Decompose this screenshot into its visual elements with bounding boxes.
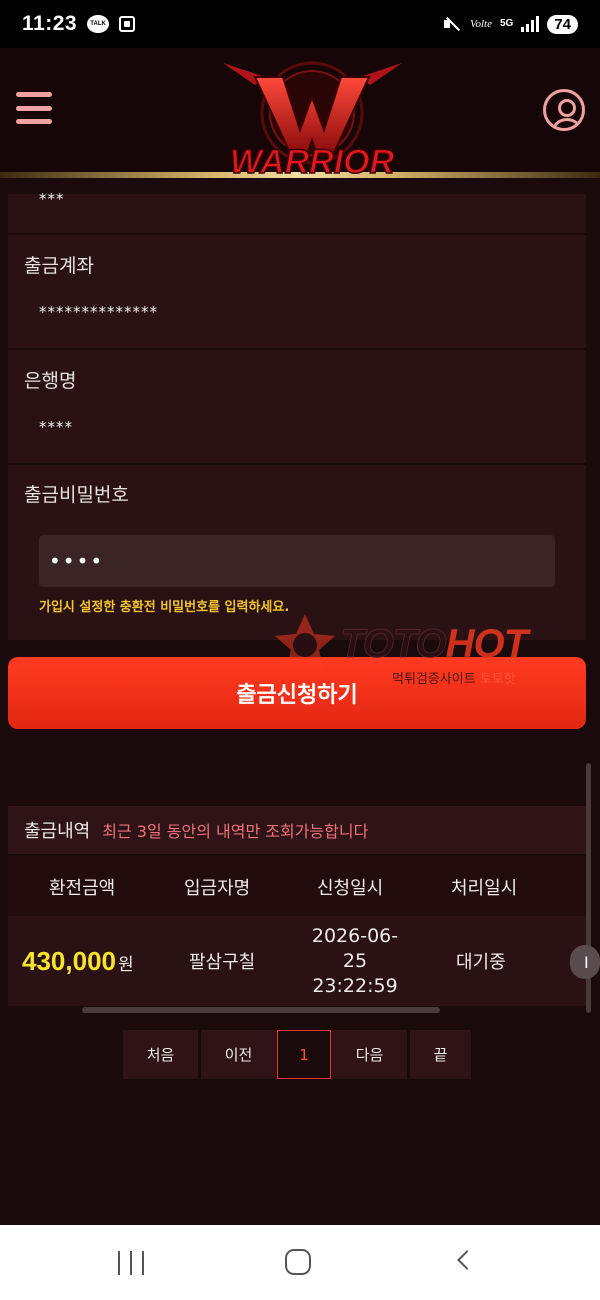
form-row-account: 출금계좌 **************	[8, 235, 586, 350]
warrior-logo[interactable]: WARRIOR	[205, 55, 420, 190]
pagination-first[interactable]: 처음	[123, 1030, 198, 1079]
row-request-date: 2026-06- 25 23:22:59	[311, 925, 399, 997]
withdraw-password-label: 출금비밀번호	[24, 484, 129, 506]
mute-icon	[442, 15, 462, 33]
kakaotalk-icon: TALK	[87, 15, 110, 33]
withdrawal-form: *** 출금계좌 ************** 은행명 **** 출금비밀번호 …	[8, 190, 586, 640]
withdraw-password-input[interactable]: ••••	[39, 535, 555, 587]
home-icon[interactable]	[285, 1249, 311, 1275]
screen-capture-icon	[117, 14, 137, 34]
row-depositor: 팔삼구칠	[189, 952, 256, 973]
menu-icon[interactable]	[16, 92, 52, 124]
form-row-partial: ***	[8, 190, 586, 235]
recent-apps-icon[interactable]	[118, 1251, 144, 1275]
back-icon[interactable]	[457, 1250, 477, 1270]
horizontal-scrollbar[interactable]	[82, 1007, 440, 1013]
volte-icon: Volte	[469, 18, 492, 30]
watermark-star-icon	[275, 614, 335, 671]
row-action-button[interactable]: I	[570, 945, 600, 979]
history-table-header: 환전금액 입금자명 신청일시 처리일시	[8, 856, 586, 916]
signal-icon	[521, 16, 540, 32]
column-process-date: 처리일시	[451, 878, 518, 899]
watermark-subtitle: 먹튀검증사이트 토토핫	[392, 672, 516, 687]
column-request-date: 신청일시	[317, 878, 384, 899]
table-row[interactable]: 430,000 원 팔삼구칠 2026-06- 25 23:22:59 대기중 I	[8, 916, 600, 1006]
pagination-prev[interactable]: 이전	[201, 1030, 276, 1079]
watermark-brand: TOTOHOT	[340, 622, 529, 667]
network-5g-icon: 5G	[499, 18, 514, 29]
status-bar: 11:23 TALK Volte 5G 74	[0, 0, 600, 48]
pagination-next[interactable]: 다음	[332, 1030, 407, 1079]
totohot-watermark: TOTOHOT 먹튀검증사이트 토토핫	[272, 612, 600, 692]
bank-name-value: ****	[39, 418, 73, 436]
history-title: 출금내역	[24, 821, 91, 842]
history-header: 출금내역 최근 3일 동안의 내역만 조회가능합니다	[8, 806, 586, 854]
account-label: 출금계좌	[24, 255, 94, 277]
battery-icon: 74	[547, 14, 578, 34]
row-status: 대기중	[456, 952, 506, 973]
logo-text: WARRIOR	[230, 143, 395, 181]
pagination-last[interactable]: 끝	[410, 1030, 471, 1079]
history-note: 최근 3일 동안의 내역만 조회가능합니다	[102, 822, 369, 841]
user-account-icon[interactable]	[543, 89, 585, 131]
form-row-bank: 은행명 ****	[8, 350, 586, 465]
partial-field-value: ***	[39, 190, 65, 208]
row-amount: 430,000 원	[22, 946, 134, 976]
bank-name-label: 은행명	[24, 370, 77, 392]
pagination-current[interactable]: 1	[277, 1030, 331, 1079]
column-amount: 환전금액	[49, 878, 116, 899]
android-nav-bar	[0, 1225, 600, 1300]
status-right-group: Volte 5G 74	[442, 14, 578, 34]
status-time: 11:23	[22, 12, 78, 35]
account-value: **************	[39, 303, 158, 321]
password-hint: 가입시 설정한 충환전 비밀번호를 입력하세요.	[39, 600, 290, 615]
column-depositor: 입금자명	[184, 878, 251, 899]
